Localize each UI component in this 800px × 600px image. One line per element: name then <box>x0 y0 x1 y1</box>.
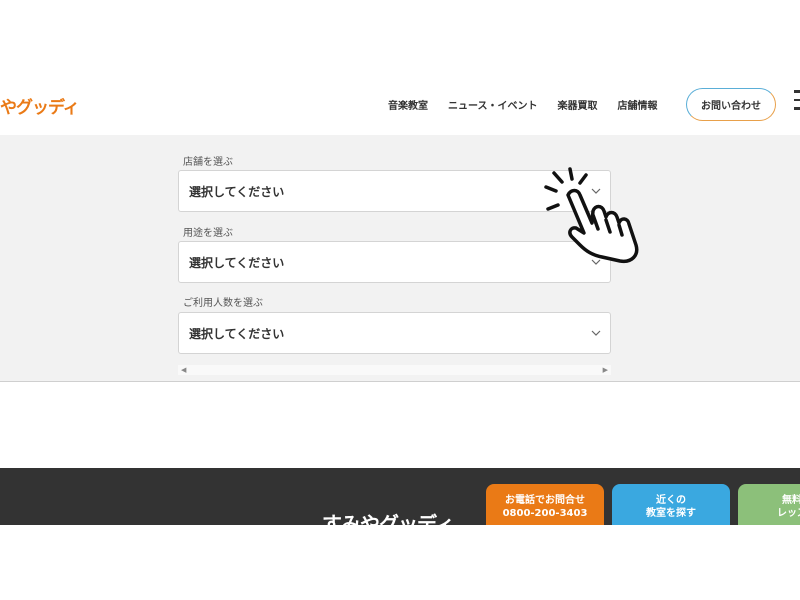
main-nav: 音楽教室 ニュース・イベント 楽器買取 店舗情報 <box>388 97 678 112</box>
phone-contact-title: お電話でお問合せ <box>505 495 585 506</box>
footer-logo[interactable]: すみやグッディ <box>322 508 455 525</box>
chevron-down-icon <box>591 330 601 336</box>
nav-news-events[interactable]: ニュース・イベント <box>448 97 538 112</box>
people-select-label: ご利用人数を選ぶ <box>183 298 263 309</box>
nav-music-school[interactable]: 音楽教室 <box>388 97 428 112</box>
hamburger-menu-icon[interactable] <box>794 90 800 116</box>
hand-pointer-icon <box>544 167 639 264</box>
phone-number: 0800-200-3403 <box>502 508 588 519</box>
people-select-value: 選択してください <box>189 326 285 341</box>
site-logo[interactable]: やグッディ <box>0 93 80 118</box>
purpose-select-label: 用途を選ぶ <box>183 228 233 239</box>
site-footer: すみやグッディ お電話でお問合せ 0800-200-3403 近くの 教室を探す… <box>0 468 800 525</box>
store-select-label: 店舗を選ぶ <box>183 157 233 168</box>
scroll-right-icon[interactable]: ▶ <box>603 366 608 374</box>
phone-contact-button[interactable]: お電話でお問合せ 0800-200-3403 <box>486 484 604 525</box>
horizontal-scrollbar[interactable]: ◀ ▶ <box>178 365 611 375</box>
people-select[interactable]: 選択してください <box>178 312 611 354</box>
nav-store-info[interactable]: 店舗情報 <box>618 97 658 112</box>
contact-button[interactable]: お問い合わせ <box>686 88 776 121</box>
scroll-left-icon[interactable]: ◀ <box>181 366 186 374</box>
find-nearby-line2: 教室を探す <box>646 508 696 519</box>
free-trial-line1: 無料体 <box>782 495 800 506</box>
purpose-select-value: 選択してください <box>189 255 285 270</box>
store-select-value: 選択してください <box>189 184 285 199</box>
find-nearby-school-button[interactable]: 近くの 教室を探す <box>612 484 730 525</box>
search-form: 店舗を選ぶ 選択してください 用途を選ぶ 選択してください ご利用人数を選ぶ 選… <box>0 135 800 382</box>
find-nearby-line1: 近くの <box>656 495 686 506</box>
site-header: やグッディ 音楽教室 ニュース・イベント 楽器買取 店舗情報 お問い合わせ <box>0 0 800 135</box>
nav-instrument-buyback[interactable]: 楽器買取 <box>558 97 598 112</box>
free-trial-lesson-button[interactable]: 無料体 レッスン <box>738 484 800 525</box>
free-trial-line2: レッスン <box>777 508 800 519</box>
